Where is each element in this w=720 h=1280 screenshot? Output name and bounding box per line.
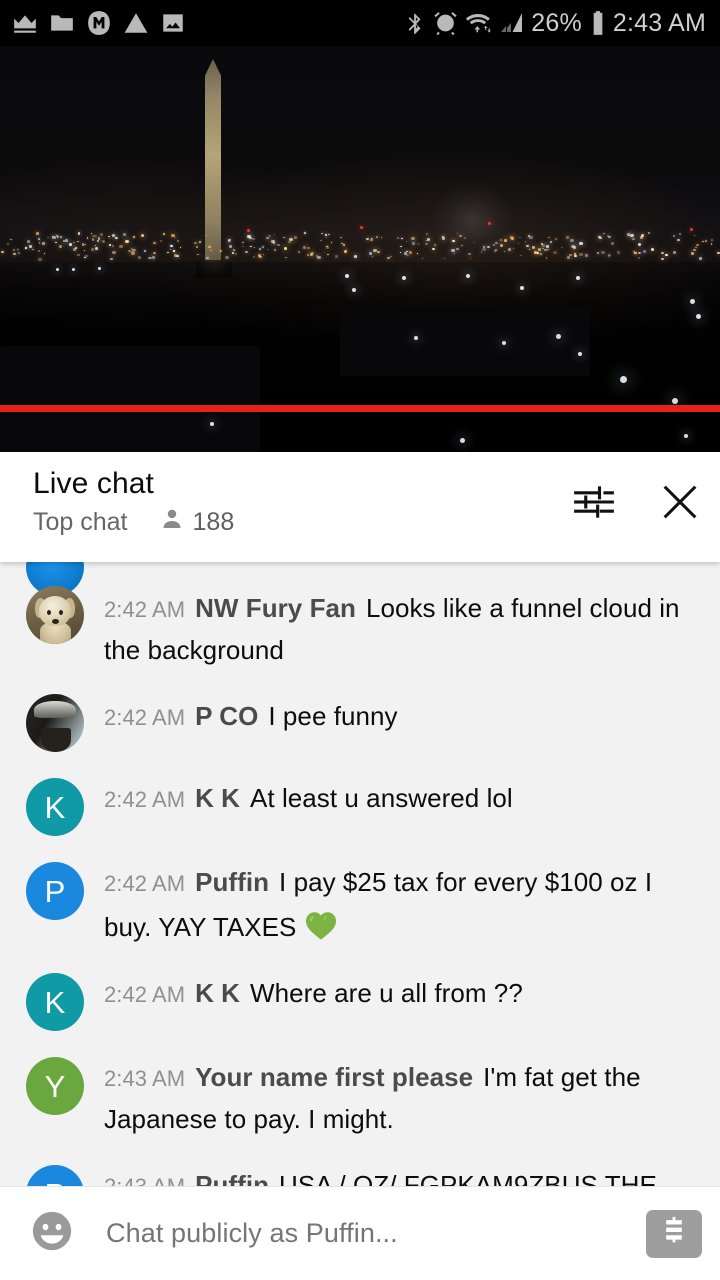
image-icon xyxy=(160,10,186,36)
avatar[interactable]: P xyxy=(26,862,84,920)
emoji-picker-button[interactable] xyxy=(26,1208,78,1260)
chat-message[interactable]: P 2:42 AM Puffin I pay $25 tax for every $… xyxy=(0,862,720,947)
status-bar-left-icons xyxy=(12,10,186,36)
message-author[interactable]: K K xyxy=(195,978,240,1008)
chat-input-bar xyxy=(0,1186,720,1280)
warning-icon xyxy=(123,10,149,36)
tune-sliders-icon xyxy=(572,480,616,529)
message-author[interactable]: Puffin xyxy=(195,867,269,897)
video-progress-bar[interactable] xyxy=(0,405,720,412)
message-text: I pay $25 tax for every $100 oz I buy. Y… xyxy=(104,867,653,942)
chat-message[interactable]: K 2:42 AM K K At least u answered lol xyxy=(0,778,720,836)
washington-monument xyxy=(205,59,221,267)
message-timestamp: 2:42 AM xyxy=(104,597,186,622)
close-chat-button[interactable] xyxy=(654,478,706,530)
chat-settings-button[interactable] xyxy=(568,478,620,530)
person-icon xyxy=(160,506,184,537)
chat-message[interactable]: P 2:43 AM Puffin USA / OZ/ FGPKAM9ZBUS THE… xyxy=(0,1165,720,1186)
chat-header-actions xyxy=(568,478,706,530)
phone-screen: 26% 2:43 AM Live chat Top chat 188 2:42 … xyxy=(0,0,720,1280)
alarm-icon xyxy=(433,10,458,36)
chat-message-list[interactable]: 2:42 AM NW Fury Fan Looks like a funnel cl… xyxy=(0,562,720,1186)
chat-message[interactable]: 2:42 AM P CO I pee funny xyxy=(0,694,720,752)
message-author[interactable]: Your name first please xyxy=(195,1062,473,1092)
chat-message[interactable]: Y 2:43 AM Your name first please I'm fat g… xyxy=(0,1057,720,1139)
message-timestamp: 2:43 AM xyxy=(104,1174,185,1186)
battery-icon xyxy=(590,10,606,36)
chat-message-input[interactable] xyxy=(104,1217,646,1250)
message-timestamp: 2:42 AM xyxy=(104,705,186,730)
message-body: 2:43 AM Your name first please I'm fat get… xyxy=(104,1057,702,1139)
avatar[interactable]: K xyxy=(26,973,84,1031)
cell-signal-icon xyxy=(500,10,524,36)
message-body: 2:42 AM K K Where are u all from ?? xyxy=(104,973,702,1031)
video-player[interactable] xyxy=(0,46,720,452)
crown-icon xyxy=(12,10,38,36)
message-text: Where are u all from ?? xyxy=(250,978,523,1008)
clock-label: 2:43 AM xyxy=(612,8,706,37)
message-author[interactable]: P CO xyxy=(195,701,258,731)
viewer-count-group: 188 xyxy=(160,506,235,537)
message-text: USA / OZ/ FGPKAM9ZBUS THE FUTURE xyxy=(279,1170,657,1186)
message-text: I pee funny xyxy=(268,701,398,731)
wifi-icon xyxy=(465,10,493,36)
message-timestamp: 2:43 AM xyxy=(104,1066,186,1091)
message-timestamp: 2:42 AM xyxy=(104,982,186,1007)
message-author[interactable]: NW Fury Fan xyxy=(195,593,356,623)
viewer-count-label: 188 xyxy=(192,507,235,536)
status-bar-right-icons: 26% 2:43 AM xyxy=(404,10,706,36)
foreground-building xyxy=(340,306,590,376)
folder-icon xyxy=(49,10,75,36)
message-text: At least u answered lol xyxy=(250,783,513,813)
m-app-icon xyxy=(86,10,112,36)
super-chat-button[interactable] xyxy=(646,1209,702,1258)
message-body: 2:42 AM P CO I pee funny xyxy=(104,696,702,752)
message-body: 2:42 AM K K At least u answered lol xyxy=(104,778,702,836)
message-body: 2:42 AM NW Fury Fan Looks like a funnel cl… xyxy=(104,588,702,670)
bluetooth-icon xyxy=(404,10,426,36)
avatar[interactable]: K xyxy=(26,778,84,836)
avatar[interactable] xyxy=(26,694,84,752)
dollar-superchat-icon xyxy=(657,1214,691,1253)
battery-percent-label: 26% xyxy=(531,8,582,37)
chat-message[interactable]: K 2:42 AM K K Where are u all from ?? xyxy=(0,973,720,1031)
live-chat-header: Live chat Top chat 188 xyxy=(0,452,720,562)
avatar[interactable]: P xyxy=(26,1165,84,1186)
message-author[interactable]: Puffin xyxy=(195,1170,269,1186)
message-body: 2:43 AM Puffin USA / OZ/ FGPKAM9ZBUS THE F… xyxy=(104,1165,702,1186)
message-text: Looks like a funnel cloud in the backgro… xyxy=(104,593,680,665)
emoji-smiley-icon xyxy=(29,1208,75,1259)
foreground-treeline xyxy=(0,346,260,452)
avatar[interactable]: Y xyxy=(26,1057,84,1115)
message-body: 2:42 AM Puffin I pay $25 tax for every $10… xyxy=(104,862,702,947)
messages-container: 2:42 AM NW Fury Fan Looks like a funnel cl… xyxy=(0,586,720,1186)
close-icon xyxy=(657,479,703,530)
avatar[interactable] xyxy=(26,586,84,644)
message-timestamp: 2:42 AM xyxy=(104,787,186,812)
chat-mode-label[interactable]: Top chat xyxy=(33,507,128,537)
chat-message[interactable]: 2:42 AM NW Fury Fan Looks like a funnel cl… xyxy=(0,586,720,670)
message-timestamp: 2:42 AM xyxy=(104,871,186,896)
green-heart-emoji xyxy=(304,909,338,952)
status-bar: 26% 2:43 AM xyxy=(0,0,720,46)
message-author[interactable]: K K xyxy=(195,783,240,813)
